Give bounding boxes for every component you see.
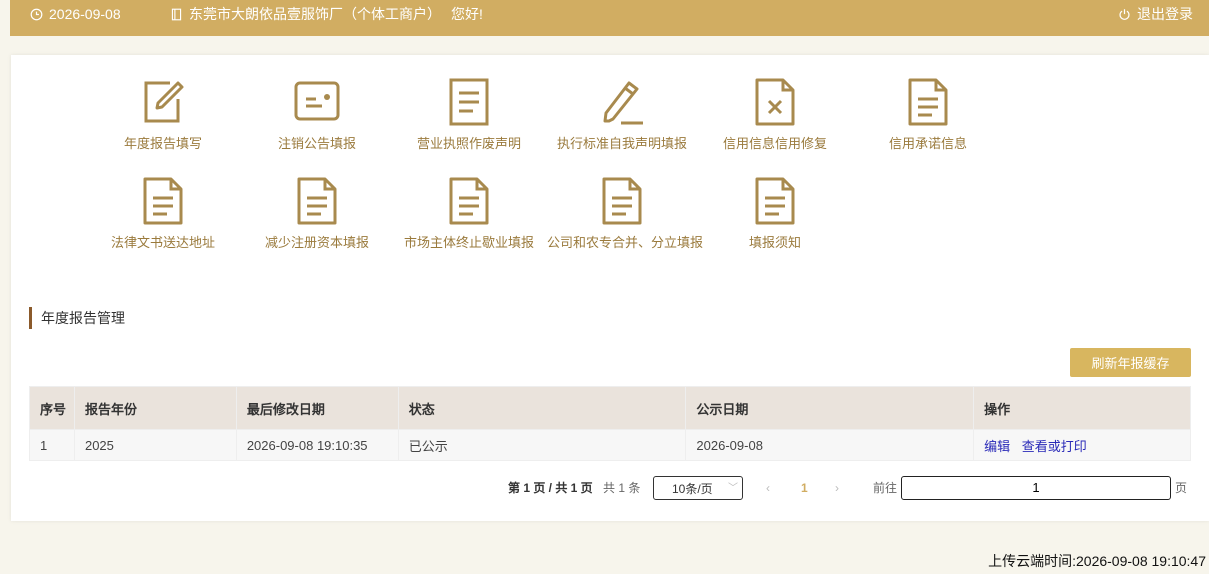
- section-title: 年度报告管理: [29, 307, 125, 329]
- upload-time: 上传云端时间:2026-09-08 19:10:47: [988, 553, 1206, 569]
- menu-label: 减少注册资本填报: [264, 235, 369, 250]
- page-number-1[interactable]: 1: [801, 476, 808, 500]
- menu-standard-declaration[interactable]: 执行标准自我声明填报: [547, 77, 697, 152]
- company-name: 东莞市大朗依品壹服饰厂（个体工商户）: [189, 6, 441, 22]
- cell-status: 已公示: [397, 429, 687, 461]
- goto-label: 前往: [873, 481, 898, 495]
- cell-operation: 编辑 查看或打印: [973, 429, 1191, 461]
- menu-filing-notes[interactable]: 填报须知: [700, 176, 850, 251]
- menu-annual-report[interactable]: 年度报告填写: [88, 77, 238, 152]
- logout-button[interactable]: 退出登录: [1118, 0, 1193, 28]
- goto-unit: 页: [1175, 481, 1188, 495]
- goto-page-input[interactable]: [901, 476, 1171, 500]
- menu-credit-repair[interactable]: 信用信息信用修复: [700, 77, 850, 152]
- page-size-select[interactable]: 10条/页 ﹀: [653, 476, 743, 500]
- document-icon: [449, 177, 489, 225]
- menu-reduce-capital[interactable]: 减少注册资本填报: [242, 176, 392, 251]
- annual-report-table: 序号 报告年份 最后修改日期 状态 公示日期 操作 1 2025 2026-09…: [29, 386, 1191, 461]
- document-icon: [449, 78, 489, 126]
- document-x-icon: [755, 78, 795, 126]
- menu-label: 年度报告填写: [123, 136, 202, 151]
- clock-icon: [30, 8, 43, 20]
- pen-icon: [603, 81, 643, 125]
- refresh-cache-button[interactable]: 刷新年报缓存: [1070, 348, 1191, 377]
- greeting: 东莞市大朗依品壹服饰厂（个体工商户） 您好!: [170, 0, 483, 28]
- date-text: 2026-09-08: [49, 6, 121, 22]
- menu-market-termination[interactable]: 市场主体终止歇业填报: [394, 176, 544, 251]
- edit-icon: [144, 81, 184, 123]
- cell-index: 1: [29, 429, 75, 461]
- menu-label: 市场主体终止歇业填报: [403, 235, 534, 250]
- document-icon: [908, 78, 948, 126]
- menu-label: 信用承诺信息: [888, 136, 967, 151]
- page-size-value: 10条/页: [672, 482, 713, 496]
- document-icon: [602, 177, 642, 225]
- menu-cancel-notice[interactable]: 注销公告填报: [242, 77, 392, 152]
- building-icon: [171, 8, 182, 20]
- power-icon: [1119, 8, 1130, 20]
- header-modified: 最后修改日期: [235, 386, 399, 430]
- document-icon: [297, 177, 337, 225]
- header-status: 状态: [397, 386, 687, 430]
- table-row: 1 2025 2026-09-08 19:10:35 已公示 2026-09-0…: [29, 429, 1191, 461]
- menu-label: 公司和农专合并、分立填报: [547, 235, 704, 250]
- menu-credit-commitment[interactable]: 信用承诺信息: [853, 77, 1003, 152]
- menu-label: 注销公告填报: [277, 136, 356, 151]
- logout-label: 退出登录: [1137, 6, 1193, 22]
- menu-label: 填报须知: [748, 235, 801, 250]
- document-icon: [143, 177, 183, 225]
- table-header-row: 序号 报告年份 最后修改日期 状态 公示日期 操作: [29, 386, 1191, 430]
- edit-link[interactable]: 编辑: [984, 439, 1010, 454]
- view-print-link[interactable]: 查看或打印: [1022, 439, 1087, 454]
- top-bar: 2026-09-08 东莞市大朗依品壹服饰厂（个体工商户） 您好! 退出登录: [10, 0, 1209, 36]
- menu-label: 信用信息信用修复: [722, 136, 827, 151]
- cell-year: 2025: [73, 429, 237, 461]
- prev-page-button[interactable]: ‹: [766, 476, 770, 500]
- header-operation: 操作: [973, 386, 1191, 430]
- chevron-down-icon: ﹀: [728, 483, 738, 494]
- document-icon: [755, 177, 795, 225]
- next-page-button[interactable]: ›: [835, 476, 839, 500]
- header-year: 报告年份: [73, 386, 237, 430]
- header-publish-date: 公示日期: [685, 386, 975, 430]
- menu-merger-split[interactable]: 公司和农专合并、分立填报: [547, 176, 704, 251]
- menu-license-void[interactable]: 营业执照作废声明: [394, 77, 544, 152]
- cell-modified: 2026-09-08 19:10:35: [235, 429, 399, 461]
- page-info: 第 1 页 / 共 1 页: [508, 481, 593, 495]
- menu-label: 执行标准自我声明填报: [556, 136, 687, 151]
- menu-legal-address[interactable]: 法律文书送达地址: [88, 176, 238, 251]
- header-index: 序号: [29, 386, 75, 430]
- total-count: 共 1 条: [603, 481, 641, 495]
- menu-label: 法律文书送达地址: [110, 235, 215, 250]
- date-display: 2026-09-08: [30, 0, 121, 28]
- hello-text: 您好!: [451, 6, 483, 22]
- menu-label: 营业执照作废声明: [416, 136, 521, 151]
- id-card-icon: [294, 81, 340, 121]
- main-panel: 年度报告填写 注销公告填报 营业执照作废声明 执行标准自我声明填报 信用信息信用…: [11, 55, 1209, 521]
- cell-publish-date: 2026-09-08: [685, 429, 975, 461]
